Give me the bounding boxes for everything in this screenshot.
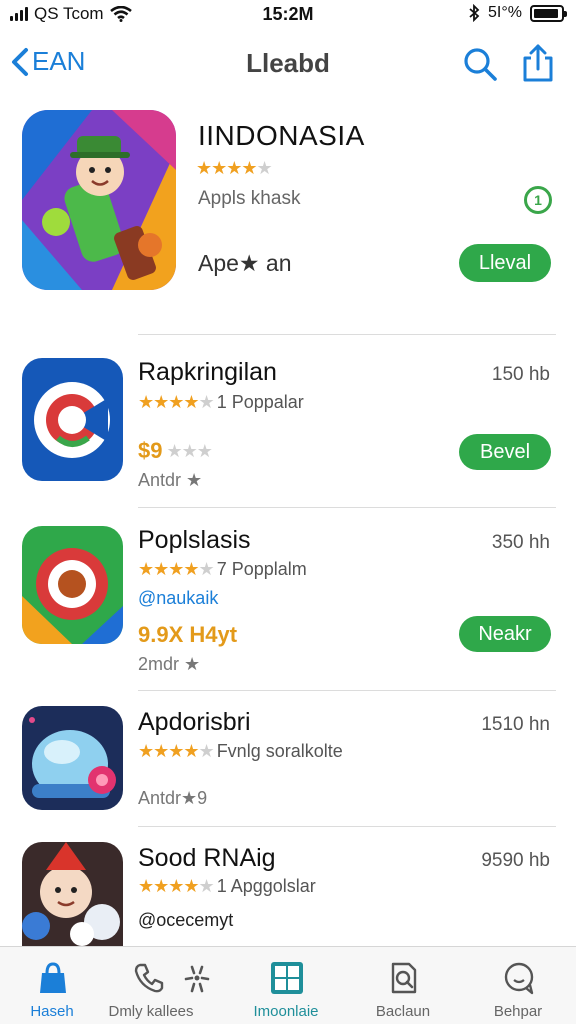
chat-icon [504,962,534,995]
featured-rating-stars: ★★★★★ [196,158,273,178]
search-doc-icon [391,962,417,994]
search-icon [464,48,497,81]
price-stars: ★★★ [166,440,212,461]
rating-stars: ★★★★★ [138,392,215,412]
app-icon [22,842,123,946]
sparkle-icon [184,965,210,993]
list-item[interactable]: Apdorisbri 1510 hn ★★★★★ Fvnlg soralkolt… [0,706,576,822]
tab-imoonlaie[interactable]: Imoonlaie [236,955,336,1021]
app-meta: 2mdr ★ [138,654,201,674]
tab-sparkle[interactable] [146,955,246,1021]
tab-bar: Haseh Dmly kallees Imoonlaie Baclaun Beh… [0,946,576,1024]
tab-behpar[interactable]: Behpar [468,955,568,1021]
list-item[interactable]: Poplslasis 350 hh ★★★★★ 7 Popplalm @nauk… [0,524,576,674]
rating-text: Fvnlg soralkolte [216,741,343,761]
developer-link[interactable]: @ocecemyt [138,910,233,931]
rating-stars: ★★★★★ [138,876,215,896]
app-icon [22,706,123,810]
app-meta: Antdr ★ [138,470,203,490]
app-rating: ★★★★★ 1 Poppalar [138,392,304,413]
app-meta: Antdr★9 [138,788,208,808]
tab-baclaun[interactable]: Baclaun [353,955,453,1021]
app-icon [22,358,123,481]
divider [138,334,556,335]
divider [138,690,556,691]
app-name: Sood RNAig [138,844,276,872]
battery-icon [530,4,567,22]
status-right: 5I°% [468,4,567,22]
app-price: 9.9X H4yt [138,622,238,647]
share-icon [523,44,553,82]
divider [138,826,556,827]
featured-app-name: IINDONASIA [198,120,365,151]
app-icon [22,526,123,644]
nav-bar: EAN Lleabd [0,38,576,94]
app-name: Rapkringilan [138,358,277,386]
featured-app-icon [22,110,176,290]
rating-stars: ★★★★★ [138,559,215,579]
app-price: $9 ★★★ [138,438,213,464]
featured-get-button[interactable]: Lleval [459,244,551,282]
list-item[interactable]: Sood RNAig 9590 hb ★★★★★ 1 Apggolslar @o… [0,842,576,946]
status-bar: QS Tcom 15:2M 5I°% [0,0,576,30]
timer-icon: 1 [524,186,552,214]
featured-app-subtitle: Ape★ an [198,250,292,276]
developer-link[interactable]: @naukaik [138,588,218,609]
app-size: 9590 hb [481,850,550,871]
rating-text: 1 Poppalar [216,392,304,412]
rating-stars: ★★★★★ [138,741,215,761]
app-name: Apdorisbri [138,708,251,736]
tab-label: Imoonlaie [253,1003,319,1020]
search-button[interactable] [460,44,500,84]
app-size: 150 hb [491,364,550,385]
price-label: $9 [138,438,163,463]
bag-icon [40,962,66,993]
app-rating: ★★★★★ 7 Popplalm [138,559,307,580]
featured-app-category: Appls khask [198,188,301,209]
app-rating: ★★★★★ Fvnlg soralkolte [138,741,343,762]
list-item[interactable]: Rapkringilan 150 hb ★★★★★ 1 Poppalar $9 … [0,356,576,490]
battery-percent: 5I°% [488,4,522,21]
get-button[interactable]: Bevel [459,434,551,470]
app-name: Poplslasis [138,526,251,554]
featured-app[interactable]: IINDONASIA ★★★★★ Appls khask 1 Ape★ an L… [20,110,556,300]
rating-text: 1 Apggolslar [216,876,316,896]
rating-text: 7 Popplalm [216,559,307,579]
tab-label: Baclaun [375,1003,431,1020]
app-rating: ★★★★★ 1 Apggolslar [138,876,316,897]
divider [138,507,556,508]
tab-label: Behpar [493,1003,543,1020]
bluetooth-icon [469,4,480,22]
get-button[interactable]: Neakr [459,616,551,652]
grid-icon [271,962,303,994]
app-size: 1510 hn [481,714,550,735]
app-size: 350 hh [491,532,550,553]
share-button[interactable] [518,44,558,84]
